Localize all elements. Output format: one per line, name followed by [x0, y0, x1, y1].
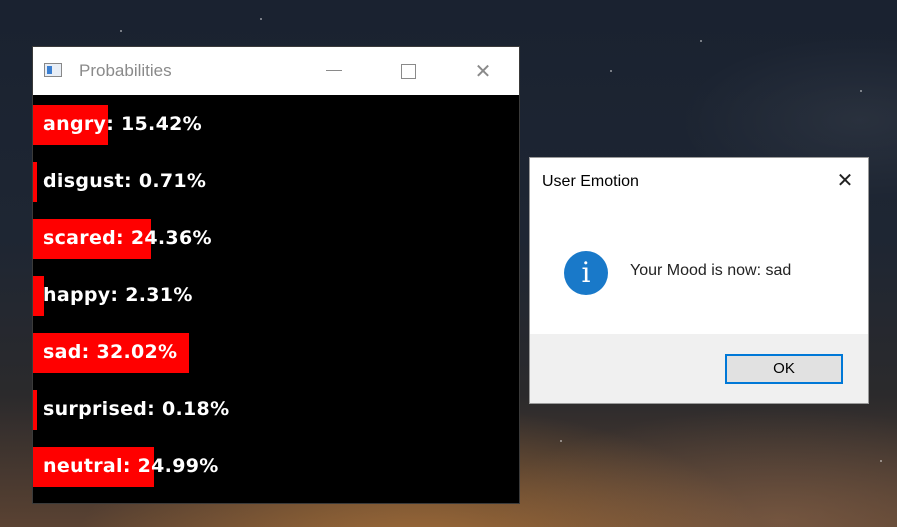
probability-row: angry: 15.42%	[33, 105, 519, 145]
probability-bar	[33, 162, 37, 202]
close-button[interactable]: ✕	[469, 57, 497, 85]
minimize-icon	[326, 70, 342, 71]
probability-row: happy: 2.31%	[33, 276, 519, 316]
dialog-message: Your Mood is now: sad	[630, 262, 792, 279]
probability-row: sad: 32.02%	[33, 333, 519, 373]
close-icon: ✕	[474, 59, 492, 83]
app-window-icon	[44, 63, 62, 77]
probability-row: disgust: 0.71%	[33, 162, 519, 202]
maximize-button[interactable]	[394, 57, 422, 85]
dialog-footer: OK	[530, 334, 868, 403]
maximize-icon	[400, 64, 416, 79]
probability-label: angry: 15.42%	[43, 113, 202, 135]
close-icon: ✕	[836, 168, 854, 192]
probability-row: neutral: 24.99%	[33, 447, 519, 487]
probabilities-canvas: angry: 15.42% disgust: 0.71% scared: 24.36…	[33, 95, 519, 503]
probability-label: happy: 2.31%	[43, 284, 193, 306]
probability-label: scared: 24.36%	[43, 227, 212, 249]
probability-label: disgust: 0.71%	[43, 170, 207, 192]
probability-bar	[33, 390, 37, 430]
minimize-button[interactable]	[320, 57, 348, 85]
probability-label: sad: 32.02%	[43, 341, 178, 363]
probability-label: surprised: 0.18%	[43, 398, 230, 420]
probabilities-titlebar[interactable]: Probabilities ✕	[33, 47, 519, 95]
probability-row: scared: 24.36%	[33, 219, 519, 259]
info-icon: i	[564, 251, 608, 295]
probabilities-window: Probabilities ✕ angry: 15.42% disgust: 0.…	[32, 46, 520, 504]
ok-button[interactable]: OK	[725, 354, 843, 384]
probability-row: surprised: 0.18%	[33, 390, 519, 430]
dialog-title: User Emotion	[542, 173, 639, 190]
user-emotion-dialog: User Emotion ✕ i Your Mood is now: sad O…	[529, 157, 869, 404]
probability-label: neutral: 24.99%	[43, 455, 219, 477]
window-title: Probabilities	[79, 61, 172, 80]
dialog-close-button[interactable]: ✕	[833, 168, 857, 192]
